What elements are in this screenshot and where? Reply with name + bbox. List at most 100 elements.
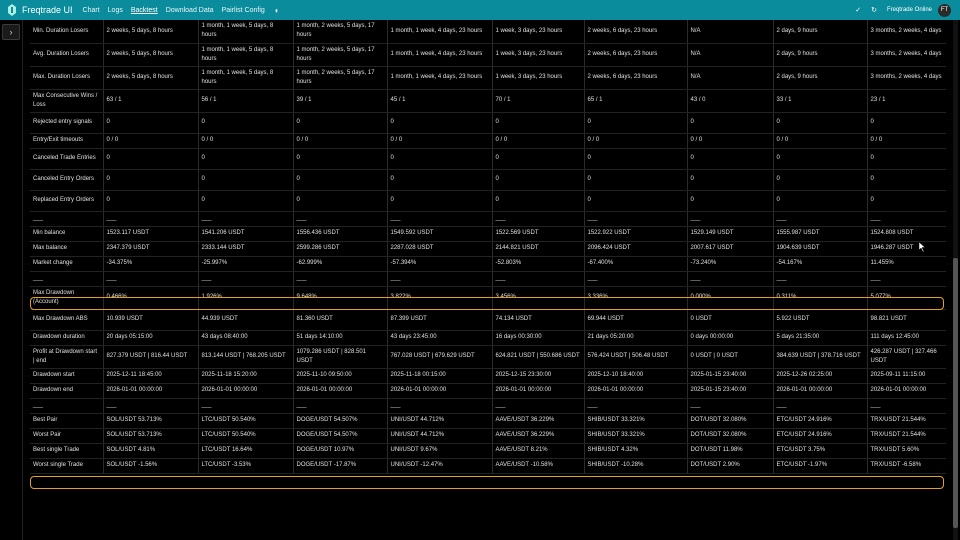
table-cell: ___	[492, 271, 585, 287]
freqtrade-logo-icon[interactable]	[6, 4, 18, 16]
table-cell: 10.939 USDT	[103, 309, 199, 331]
table-row: Max balance 2347.379 USDT 2333.144 USDT 259…	[30, 241, 946, 257]
table-cell: 2026-01-01 00:00:00	[867, 383, 946, 399]
table-cell: 0	[773, 148, 868, 170]
table-cell: 0	[687, 190, 774, 212]
table-cell: ___	[584, 271, 688, 287]
table-cell: 576.424 USDT | 506.48 USDT	[584, 345, 688, 369]
table-cell: 2 days, 9 hours	[773, 20, 868, 44]
table-cell: ___	[867, 211, 946, 227]
refresh-icon[interactable]: ↻	[871, 6, 877, 14]
row-label: Drawdown end	[30, 383, 104, 399]
table-row: Max. Duration Losers 2 weeks, 5 days, 8 h…	[30, 66, 946, 90]
table-cell: 23 / 1	[867, 89, 946, 113]
table-cell: -54.167%	[773, 256, 868, 272]
table-cell: 33 / 1	[773, 89, 868, 113]
table-cell: 0	[492, 148, 585, 170]
table-cell: ___	[773, 211, 868, 227]
nav-download-data[interactable]: Download Data	[166, 7, 214, 14]
app-title[interactable]: Freqtrade UI	[22, 5, 73, 15]
table-row: Min. Duration Losers 2 weeks, 5 days, 8 h…	[30, 20, 946, 44]
table-cell: SHIB/USDT 33.321%	[584, 413, 688, 429]
avatar[interactable]: FT	[938, 3, 951, 17]
table-cell: 384.639 USDT | 378.716 USDT	[773, 345, 868, 369]
table-cell: 39 / 1	[293, 89, 388, 113]
table-cell: 74.134 USDT	[492, 309, 585, 331]
row-label: Max Drawdown (Account)	[30, 286, 104, 310]
table-cell: 0	[387, 190, 493, 212]
check-icon[interactable]: ✓	[855, 6, 861, 14]
table-cell: ___	[198, 398, 294, 414]
table-row: Max Drawdown (Account) 0.466% 1.926% 9.648%…	[30, 286, 946, 310]
table-cell: 2025-09-11 11:15:00	[867, 368, 946, 384]
table-cell: 0	[198, 112, 294, 134]
table-cell: ___	[492, 398, 585, 414]
table-cell: 11.455%	[867, 256, 946, 272]
scrollbar-thumb[interactable]	[953, 258, 958, 528]
table-cell: 0 / 0	[773, 133, 868, 149]
sidebar-toggle-button[interactable]: ›	[2, 24, 20, 40]
row-label: Worst single Trade	[30, 458, 104, 474]
table-cell: 45 / 1	[387, 89, 493, 113]
table-cell: SHIB/USDT 4.32%	[584, 443, 688, 459]
table-cell: 2 weeks, 6 days, 23 hours	[584, 20, 688, 44]
table-cell: 2026-01-01 00:00:00	[293, 383, 388, 399]
table-cell: 3 months, 2 weeks, 4 days	[867, 66, 946, 90]
table-cell: ETC/USDT 24.916%	[773, 428, 868, 444]
table-cell: ___	[198, 271, 294, 287]
table-cell: 2599.286 USDT	[293, 241, 388, 257]
table-cell: 2025-11-18 00:15:00	[387, 368, 493, 384]
table-cell: 2 weeks, 6 days, 23 hours	[584, 43, 688, 67]
nav-logs[interactable]: Logs	[108, 7, 123, 14]
table-cell: 1529.149 USDT	[687, 226, 774, 242]
table-cell: 0	[293, 190, 388, 212]
table-cell: ___	[387, 271, 493, 287]
table-cell: TRX/USDT 21.544%	[867, 428, 946, 444]
table-cell: UNI/USDT -12.47%	[387, 458, 493, 474]
table-cell: DOT/USDT 2.90%	[687, 458, 774, 474]
nav-chart[interactable]: Chart	[83, 7, 100, 14]
table-cell: 1904.639 USDT	[773, 241, 868, 257]
table-cell: -34.375%	[103, 256, 199, 272]
table-cell: 0	[492, 190, 585, 212]
table-cell: 3.822%	[387, 286, 493, 310]
table-cell: 1555.987 USDT	[773, 226, 868, 242]
table-cell: 1 month, 1 week, 4 days, 23 hours	[387, 43, 493, 67]
table-cell: ___	[867, 271, 946, 287]
table-cell: 2333.144 USDT	[198, 241, 294, 257]
table-cell: AAVE/USDT 36.229%	[492, 413, 585, 429]
table-cell: -25.997%	[198, 256, 294, 272]
table-row: ___ ___ ___ ___ ___ ___ ___ ___ ___ ___	[30, 398, 946, 414]
nav-pairlist-config[interactable]: Pairlist Config	[222, 7, 265, 14]
table-cell: 1556.436 USDT	[293, 226, 388, 242]
table-cell: 0	[773, 169, 868, 191]
table-cell: ETC/USDT 24.916%	[773, 413, 868, 429]
table-cell: SHIB/USDT 33.321%	[584, 428, 688, 444]
nav-backtest[interactable]: Backtest	[131, 7, 158, 14]
table-cell: DOGE/USDT -17.87%	[293, 458, 388, 474]
table-cell: 44.939 USDT	[198, 309, 294, 331]
table-row: Worst single Trade SOL/USDT -1.56% LTC/USD…	[30, 458, 946, 474]
table-cell: SOL/USDT -1.56%	[103, 458, 199, 474]
table-cell: TRX/USDT -6.58%	[867, 458, 946, 474]
table-cell: 2026-01-01 00:00:00	[198, 383, 294, 399]
table-cell: 0	[773, 190, 868, 212]
table-cell: -73.240%	[687, 256, 774, 272]
table-cell: 0	[293, 169, 388, 191]
table-cell: ___	[293, 211, 388, 227]
theme-toggle-icon[interactable]: ◐	[275, 6, 280, 15]
row-label: Min. Duration Losers	[30, 20, 104, 44]
table-cell: 0 / 0	[293, 133, 388, 149]
row-label: Worst Pair	[30, 428, 104, 444]
table-cell: SOL/USDT 53.713%	[103, 413, 199, 429]
table-cell: 0	[867, 190, 946, 212]
bot-status: Freqtrade Online	[886, 7, 932, 13]
table-cell: DOT/USDT 11.98%	[687, 443, 774, 459]
table-cell: ETC/USDT -1.97%	[773, 458, 868, 474]
table-cell: 0	[198, 190, 294, 212]
table-cell: 0	[867, 112, 946, 134]
table-cell: 1 month, 1 week, 5 days, 8 hours	[198, 66, 294, 90]
table-cell: ___	[103, 398, 199, 414]
table-cell: ___	[687, 271, 774, 287]
table-cell: LTC/USDT -3.53%	[198, 458, 294, 474]
